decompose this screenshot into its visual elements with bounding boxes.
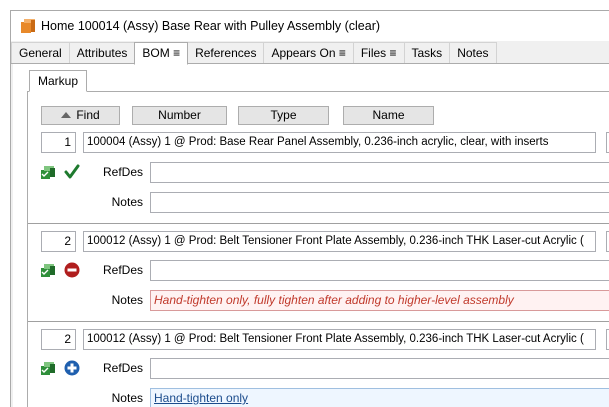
refdes-field[interactable] <box>150 162 609 183</box>
tab-notes[interactable]: Notes <box>449 42 497 64</box>
refdes-label: RefDes <box>102 361 143 375</box>
tab-files[interactable]: Files ≡ <box>352 42 405 64</box>
window-title: Home 100014 (Assy) Base Rear with Pulley… <box>41 19 381 33</box>
item-status-icon <box>41 166 55 179</box>
find-number-field[interactable]: 1 <box>41 132 76 153</box>
name-column-header[interactable]: Name <box>343 106 434 125</box>
refdes-field[interactable] <box>150 260 609 281</box>
find-header-label: Find <box>76 108 100 122</box>
part-box-icon <box>21 19 35 33</box>
find-column-header[interactable]: Find <box>41 106 120 125</box>
notes-label: Notes <box>111 293 143 307</box>
add-icon[interactable] <box>64 360 80 376</box>
notes-label: Notes <box>111 195 143 209</box>
refdes-label: RefDes <box>102 165 143 179</box>
remove-icon[interactable] <box>64 262 80 278</box>
number-column-header[interactable]: Number <box>132 106 227 125</box>
find-number-field[interactable]: 2 <box>41 329 76 350</box>
notes-field[interactable]: Hand-tighten only <box>150 388 609 407</box>
title-bar: Home 100014 (Assy) Base Rear with Pulley… <box>11 11 609 41</box>
item-description-field[interactable]: 100012 (Assy) 1 @ Prod: Belt Tensioner F… <box>83 329 596 350</box>
notes-link[interactable]: Hand-tighten only <box>154 391 248 405</box>
item-status-icon <box>41 362 55 375</box>
tab-attributes[interactable]: Attributes <box>68 42 136 64</box>
refdes-label: RefDes <box>102 263 143 277</box>
item-description-field[interactable]: 100004 (Assy) 1 @ Prod: Base Rear Panel … <box>83 132 596 153</box>
markup-panel: Find Number Type Name 1 100004 (Assy) 1 … <box>27 91 609 407</box>
tab-general[interactable]: General <box>11 42 70 64</box>
bom-panel: Markup Find Number Type Name 1 100004 (A… <box>13 64 609 407</box>
tab-references[interactable]: References <box>187 42 265 64</box>
sort-ascending-icon <box>61 112 72 118</box>
item-status-icon <box>41 264 55 277</box>
tab-tasks[interactable]: Tasks <box>403 42 451 64</box>
item-description-field[interactable]: 100012 (Assy) 1 @ Prod: Belt Tensioner F… <box>83 231 596 252</box>
refdes-field[interactable] <box>150 358 609 379</box>
notes-field[interactable] <box>150 192 609 213</box>
notes-label: Notes <box>111 391 143 405</box>
main-window: Home 100014 (Assy) Base Rear with Pulley… <box>10 10 609 407</box>
type-column-header[interactable]: Type <box>238 106 329 125</box>
tab-bar: General Attributes BOM ≡ References Appe… <box>11 42 609 65</box>
notes-field[interactable]: Hand-tighten only, fully tighten after a… <box>150 290 609 311</box>
tab-appears-on[interactable]: Appears On ≡ <box>263 42 354 64</box>
tab-markup[interactable]: Markup <box>29 70 88 92</box>
check-icon[interactable] <box>64 164 80 180</box>
find-number-field[interactable]: 2 <box>41 231 76 252</box>
tab-bom[interactable]: BOM ≡ <box>134 42 189 65</box>
